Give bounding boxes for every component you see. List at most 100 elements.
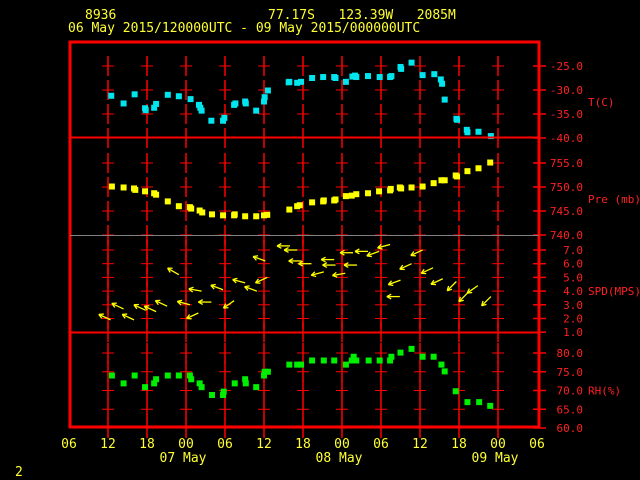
rh-point — [209, 392, 215, 398]
temperature-point — [221, 114, 228, 121]
x-hour-label: 18 — [451, 437, 467, 452]
pressure-point — [309, 199, 316, 206]
temperature-point — [232, 100, 239, 107]
temperature-tick-label: -35.0 — [550, 108, 583, 121]
temperature-point — [142, 107, 149, 114]
pressure-point — [142, 188, 149, 195]
rh-tick-label: 65.0 — [557, 403, 584, 416]
temperature-point — [475, 128, 482, 135]
temperature-point — [198, 107, 205, 114]
pressure-point — [475, 165, 482, 172]
pressure-tick-label: 750.0 — [550, 181, 583, 194]
pressure-point — [353, 191, 360, 198]
x-hour-label: 00 — [334, 437, 350, 452]
time-period: 06 May 2015/120000UTC - 09 May 2015/0000… — [68, 21, 420, 36]
rh-point — [452, 388, 459, 395]
temperature-point — [309, 75, 316, 81]
pressure-point — [387, 185, 394, 192]
pressure-point — [132, 186, 139, 193]
rh-point — [487, 402, 494, 409]
temperature-point — [286, 78, 293, 85]
rh-axis-label: RH(%) — [588, 385, 621, 398]
temperature-point — [454, 116, 461, 123]
rh-point — [309, 357, 316, 364]
temperature-point — [175, 93, 182, 100]
x-hour-label: 06 — [373, 437, 389, 452]
pressure-point — [398, 185, 405, 192]
rh-point — [365, 357, 372, 364]
x-hour-label: 00 — [178, 437, 194, 452]
pressure-point — [286, 206, 293, 213]
x-hour-label: 18 — [139, 437, 155, 452]
pressure-point — [253, 213, 260, 220]
rh-point — [108, 372, 115, 379]
temperature-point — [441, 96, 448, 103]
temperature-point — [187, 96, 194, 103]
wind-arrow-head — [252, 255, 259, 258]
temperature-point — [342, 78, 349, 85]
pressure-point — [108, 183, 115, 190]
temperature-point — [408, 59, 415, 66]
pressure-tick-label: 745.0 — [550, 205, 583, 218]
pressure-point — [430, 180, 437, 187]
temperature-point — [261, 94, 268, 101]
temperature-point — [320, 74, 327, 81]
rh-point — [397, 349, 404, 356]
rh-point — [188, 376, 195, 383]
wind-tick-label: 3.0 — [563, 299, 583, 312]
rh-point — [120, 380, 127, 387]
temperature-point — [208, 117, 215, 124]
page-number: 2 — [15, 465, 23, 480]
background — [0, 0, 640, 480]
rh-point — [408, 345, 415, 352]
pressure-point — [419, 183, 426, 190]
temperature-point — [376, 74, 383, 81]
rh-point — [286, 361, 293, 368]
pressure-point — [454, 173, 461, 180]
rh-point — [331, 357, 338, 364]
x-hour-label: 00 — [490, 437, 506, 452]
x-hour-label: 12 — [412, 437, 428, 452]
temperature-point — [108, 92, 115, 99]
pressure-point — [376, 188, 383, 195]
temperature-point — [332, 75, 339, 81]
rh-point — [419, 353, 426, 360]
pressure-point — [365, 190, 371, 197]
wind-tick-label: 6.0 — [563, 258, 583, 271]
rh-point — [430, 353, 437, 360]
temperature-point — [242, 100, 249, 107]
rh-point — [175, 372, 182, 379]
temperature-point — [398, 65, 405, 72]
pressure-point — [164, 198, 171, 205]
pressure-point — [487, 159, 494, 166]
wind-axis-label: SPD(MPS) — [588, 285, 640, 298]
x-hour-label: 12 — [256, 437, 272, 452]
x-date-label: 07 May — [160, 451, 207, 466]
meteogram: 8936 77.17S 123.39W 2085M 06 May 2015/12… — [0, 0, 640, 480]
wind-arrow-head — [210, 283, 216, 286]
temperature-tick-label: -40.0 — [550, 132, 583, 145]
wind-tick-label: 1.0 — [563, 326, 583, 339]
pressure-point — [220, 212, 227, 219]
pressure-point — [188, 205, 195, 212]
rh-point — [264, 368, 271, 375]
pressure-point — [296, 202, 303, 209]
pressure-axis-label: Pre (mb) — [588, 193, 640, 206]
pressure-point — [342, 193, 349, 200]
pressure-tick-label: 755.0 — [550, 157, 583, 170]
temperature-point — [298, 78, 305, 85]
rh-point — [464, 399, 471, 406]
temperature-tick-label: -30.0 — [550, 84, 583, 97]
rh-tick-label: 80.0 — [557, 347, 584, 360]
pressure-point — [320, 197, 327, 204]
temperature-axis-label: T(C) — [588, 96, 615, 109]
rh-point — [142, 384, 149, 391]
temperature-point — [120, 100, 127, 107]
rh-point — [353, 357, 360, 364]
rh-point — [441, 368, 448, 375]
rh-point — [320, 357, 327, 364]
pressure-point — [464, 168, 471, 175]
x-date-label: 08 May — [316, 451, 363, 466]
temperature-point — [131, 91, 138, 98]
wind-tick-label: 2.0 — [563, 313, 583, 326]
